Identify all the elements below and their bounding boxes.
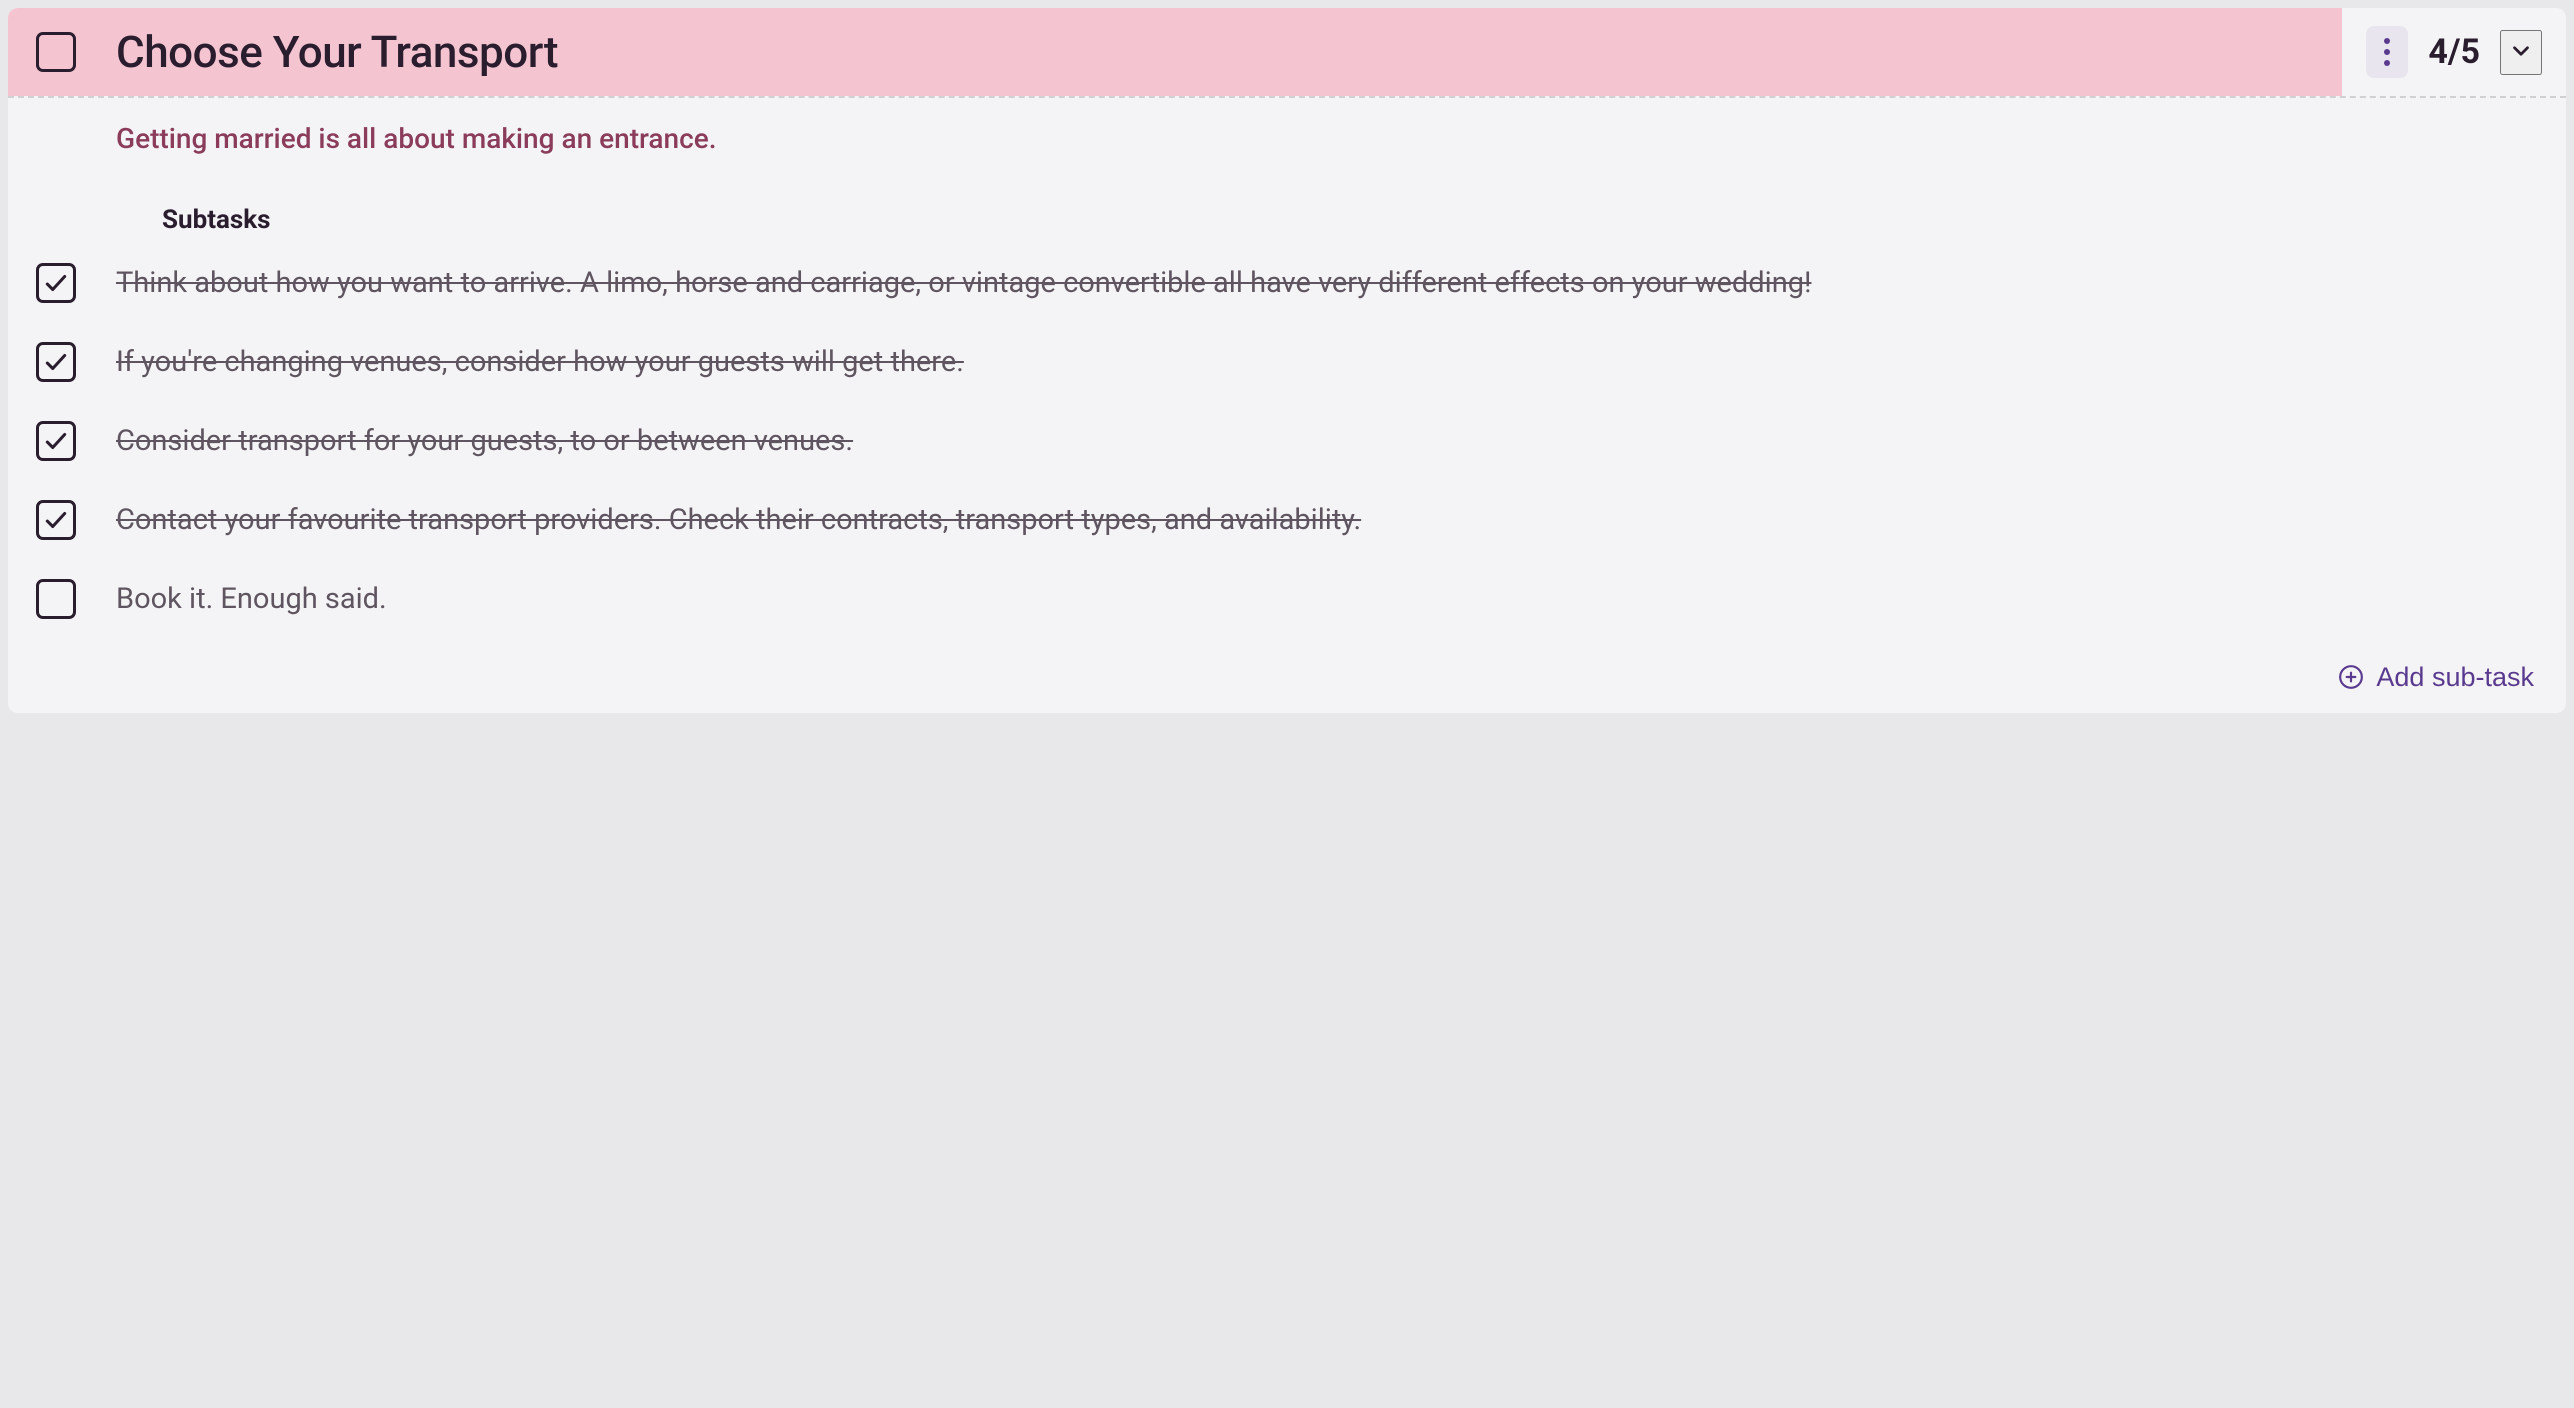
task-body: Getting married is all about making an e… — [8, 98, 2566, 713]
collapse-toggle[interactable] — [2500, 30, 2542, 75]
add-subtask-row: Add sub-task — [36, 662, 2538, 693]
subtask-row: Contact your favourite transport provide… — [36, 498, 2538, 543]
checkmark-icon — [43, 428, 69, 454]
subtask-row: Book it. Enough said. — [36, 577, 2538, 622]
subtasks-heading: Subtasks — [162, 205, 2538, 235]
subtask-text: Think about how you want to arrive. A li… — [116, 261, 2538, 306]
task-header-side: 4/5 — [2342, 8, 2566, 96]
add-subtask-label: Add sub-task — [2376, 662, 2534, 693]
subtask-checkbox[interactable] — [36, 263, 76, 303]
task-header-main: Choose Your Transport — [8, 8, 2342, 96]
plus-circle-icon — [2338, 664, 2364, 690]
task-header: Choose Your Transport 4/5 — [8, 8, 2566, 96]
subtasks-list: Think about how you want to arrive. A li… — [36, 261, 2538, 622]
kebab-dot-icon — [2384, 60, 2390, 66]
subtask-row: If you're changing venues, consider how … — [36, 340, 2538, 385]
subtask-checkbox[interactable] — [36, 500, 76, 540]
subtask-checkbox[interactable] — [36, 421, 76, 461]
checkmark-icon — [43, 270, 69, 296]
subtask-row: Think about how you want to arrive. A li… — [36, 261, 2538, 306]
task-card: Choose Your Transport 4/5 Getting marrie… — [8, 8, 2566, 713]
subtask-text: Contact your favourite transport provide… — [116, 498, 2538, 543]
subtask-text: Book it. Enough said. — [116, 577, 2538, 622]
subtask-checkbox[interactable] — [36, 342, 76, 382]
subtask-row: Consider transport for your guests, to o… — [36, 419, 2538, 464]
progress-counter: 4/5 — [2428, 32, 2480, 72]
subtask-text: Consider transport for your guests, to o… — [116, 419, 2538, 464]
task-title: Choose Your Transport — [116, 26, 558, 78]
task-checkbox[interactable] — [36, 32, 76, 72]
subtask-checkbox[interactable] — [36, 579, 76, 619]
checkmark-icon — [43, 507, 69, 533]
chevron-down-icon — [2508, 38, 2534, 64]
kebab-dot-icon — [2384, 38, 2390, 44]
more-options-button[interactable] — [2366, 26, 2408, 78]
task-description: Getting married is all about making an e… — [116, 122, 2538, 155]
add-subtask-button[interactable]: Add sub-task — [2338, 662, 2534, 693]
subtask-text: If you're changing venues, consider how … — [116, 340, 2538, 385]
checkmark-icon — [43, 349, 69, 375]
kebab-dot-icon — [2384, 49, 2390, 55]
